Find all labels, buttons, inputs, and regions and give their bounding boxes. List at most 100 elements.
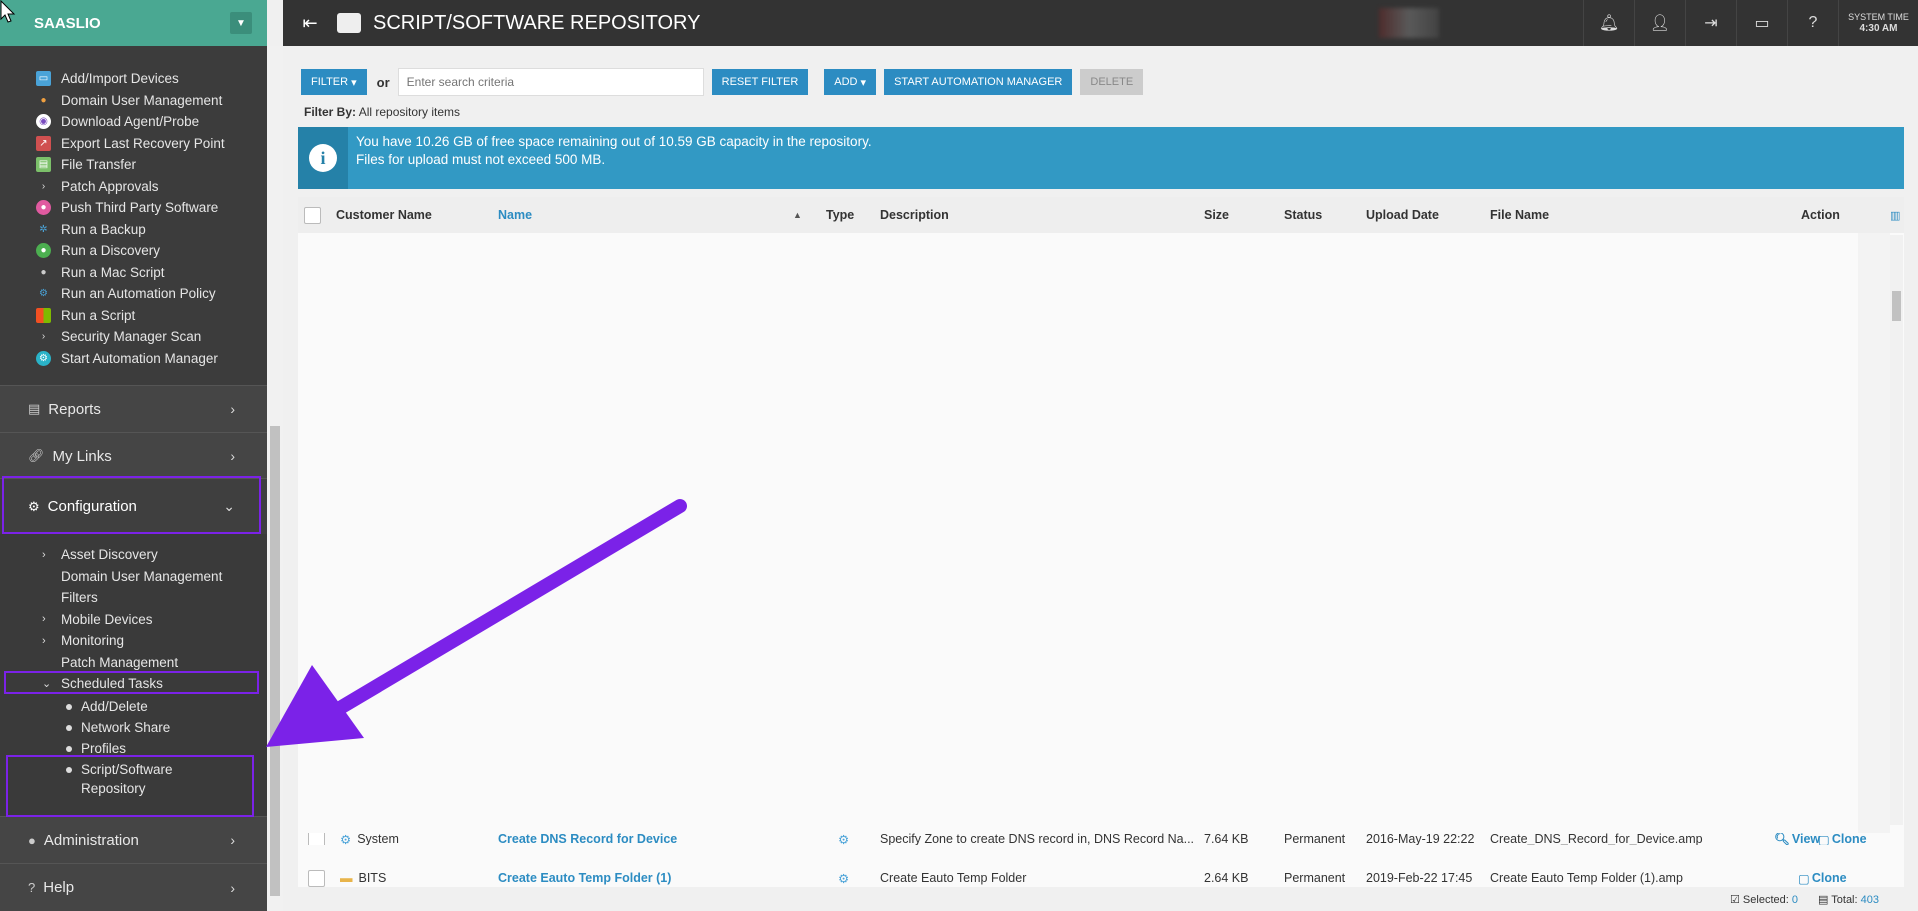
top-bar-icons: 🔔︎ 👤︎ ⇥ ▭ ? SYSTEM TIME 4:30 AM (1583, 0, 1918, 46)
user-profile-icon[interactable]: 👤︎ (1634, 0, 1685, 46)
sidebar-scrollbar[interactable] (267, 46, 283, 911)
sort-asc-icon[interactable]: ▲ (793, 197, 802, 233)
logout-icon[interactable]: ⇥ (1685, 0, 1736, 46)
row-customer: ⚙ System (340, 833, 399, 845)
download-icon: ◉ (36, 114, 51, 130)
chevron-right-icon: › (42, 548, 46, 561)
add-button[interactable]: ADD ▾ (824, 69, 877, 95)
brand[interactable]: SAASLIO (0, 0, 267, 46)
chevron-right-icon: › (41, 180, 46, 192)
sidebar: SAASLIO ▼ ▭ Add/Import Devices ● Domain Us… (0, 0, 267, 911)
chevron-right-icon: › (42, 613, 46, 626)
config-item-filters[interactable]: Filters (0, 587, 267, 609)
nav-help[interactable]: ? Help › (0, 863, 267, 911)
grid-header: Customer Name Name ▲ Type Description Si… (298, 197, 1904, 233)
clone-link[interactable]: ▢ Clone (1818, 833, 1867, 845)
info-banner: i You have 10.26 GB of free space remain… (298, 127, 1904, 189)
sidebar-action-run-discovery[interactable]: ● Run a Discovery (0, 240, 267, 262)
redacted-user-name (1379, 8, 1439, 38)
selected-count: ☑ Selected: 0 (1730, 894, 1798, 906)
bell-icon[interactable]: 🔔︎ (1583, 0, 1634, 46)
chevron-right-icon: › (230, 879, 235, 896)
col-action: Action (1801, 208, 1840, 222)
filter-button[interactable]: FILTER ▾ (301, 69, 367, 95)
row-name-link[interactable]: Create DNS Record for Device (498, 833, 677, 845)
column-chooser-icon[interactable]: ▥ (1890, 197, 1900, 233)
col-upload-date[interactable]: Upload Date (1366, 197, 1439, 233)
page-title: SCRIPT/SOFTWARE REPOSITORY (373, 11, 701, 34)
config-item-monitoring[interactable]: › Monitoring (0, 630, 267, 652)
sidebar-action-file-transfer[interactable]: ▤ File Transfer (0, 154, 267, 176)
reset-filter-button[interactable]: RESET FILTER (711, 69, 809, 95)
sidebar-action-export-recovery-point[interactable]: ↗ Export Last Recovery Point (0, 133, 267, 155)
help-icon: ? (28, 880, 36, 895)
system-time: SYSTEM TIME 4:30 AM (1838, 0, 1918, 46)
col-description[interactable]: Description (880, 197, 949, 233)
col-name[interactable]: Name (498, 197, 532, 233)
nav-reports[interactable]: ▤ Reports › (0, 385, 267, 432)
row-upload-date: 2016-May-19 22:22 (1366, 833, 1475, 845)
col-customer-name[interactable]: Customer Name (336, 197, 432, 233)
annotation-arrow-icon (266, 499, 687, 747)
brand-dropdown-button[interactable]: ▼ (230, 12, 252, 34)
folder-icon: ▬ (340, 871, 353, 885)
select-all-checkbox[interactable] (304, 206, 321, 224)
sidebar-action-download-agent[interactable]: ◉ Download Agent/Probe (0, 111, 267, 133)
row-size: 7.64 KB (1204, 833, 1249, 845)
brand-name: SAASLIO (34, 14, 101, 32)
repository-icon (337, 13, 361, 33)
gears-icon: ⚙ (39, 288, 48, 300)
grid-scrollbar[interactable] (1890, 235, 1903, 825)
sidebar-action-domain-user-management[interactable]: ● Domain User Management (0, 90, 267, 112)
nav-my-links[interactable]: 🔗︎ My Links › (0, 432, 267, 479)
system-time-label: SYSTEM TIME (1848, 12, 1909, 22)
table-row[interactable]: ⚙ System Create DNS Record for Device ⚙ S… (298, 833, 1904, 845)
sidebar-action-start-automation-manager[interactable]: ⚙ Start Automation Manager (0, 348, 267, 370)
filter-by: Filter By: All repository items (304, 105, 461, 119)
nav-administration[interactable]: ● Administration › (0, 816, 267, 863)
sidebar-action-run-backup[interactable]: ✲ Run a Backup (0, 219, 267, 241)
highlight-scheduled-tasks (4, 671, 259, 694)
sidebar-action-patch-approvals[interactable]: › Patch Approvals (0, 176, 267, 198)
config-item-mobile-devices[interactable]: › Mobile Devices (0, 609, 267, 631)
delete-button[interactable]: DELETE (1080, 69, 1144, 95)
row-checkbox[interactable] (308, 869, 325, 887)
help-icon[interactable]: ? (1787, 0, 1838, 46)
chevron-right-icon: › (41, 331, 46, 343)
config-item-asset-discovery[interactable]: › Asset Discovery (0, 544, 267, 566)
top-bar: ⇤ SCRIPT/SOFTWARE REPOSITORY 🔔︎ 👤︎ ⇥ ▭ ?… (283, 0, 1918, 46)
col-status[interactable]: Status (1284, 197, 1322, 233)
sidebar-action-push-third-party[interactable]: ● Push Third Party Software (0, 197, 267, 219)
info-icon: i (309, 144, 337, 172)
link-icon: 🔗︎ (28, 448, 45, 463)
collapse-sidebar-icon[interactable]: ⇤ (283, 13, 337, 34)
config-item-patch-management[interactable]: Patch Management (0, 652, 267, 674)
scheduled-item-add-delete[interactable]: Add/Delete (0, 697, 267, 716)
info-line-2: Files for upload must not exceed 500 MB. (356, 152, 606, 167)
sidebar-action-add-import-devices[interactable]: ▭ Add/Import Devices (0, 68, 267, 90)
windows-icon (36, 307, 51, 323)
sidebar-action-run-automation-policy[interactable]: ⚙ Run an Automation Policy (0, 283, 267, 305)
sidebar-actions: ▭ Add/Import Devices ● Domain User Managem… (0, 46, 267, 385)
mouse-cursor-icon (0, 0, 16, 23)
col-size[interactable]: Size (1204, 197, 1229, 233)
sidebar-action-security-manager-scan[interactable]: › Security Manager Scan (0, 326, 267, 348)
feedback-icon[interactable]: ▭ (1736, 0, 1787, 46)
col-file-name[interactable]: File Name (1490, 197, 1549, 233)
sidebar-action-run-mac-script[interactable]: ● Run a Mac Script (0, 262, 267, 284)
row-status: Permanent (1284, 833, 1346, 845)
start-automation-manager-button[interactable]: START AUTOMATION MANAGER (884, 69, 1073, 95)
scheduled-item-network-share[interactable]: Network Share (0, 718, 267, 737)
chevron-right-icon: › (230, 401, 235, 417)
config-item-domain-user-management[interactable]: Domain User Management (0, 566, 267, 588)
apple-icon: ● (40, 266, 47, 278)
row-checkbox[interactable] (308, 833, 325, 845)
report-icon: ▤ (28, 401, 41, 416)
system-icon: ⚙ (340, 833, 352, 845)
sidebar-action-run-script[interactable]: Run a Script (0, 305, 267, 327)
chevron-right-icon: › (230, 832, 235, 848)
col-type[interactable]: Type (826, 197, 854, 233)
backup-icon: ✲ (39, 223, 48, 235)
search-input[interactable] (397, 68, 704, 96)
view-link[interactable]: 🔍︎ View (1774, 833, 1820, 845)
